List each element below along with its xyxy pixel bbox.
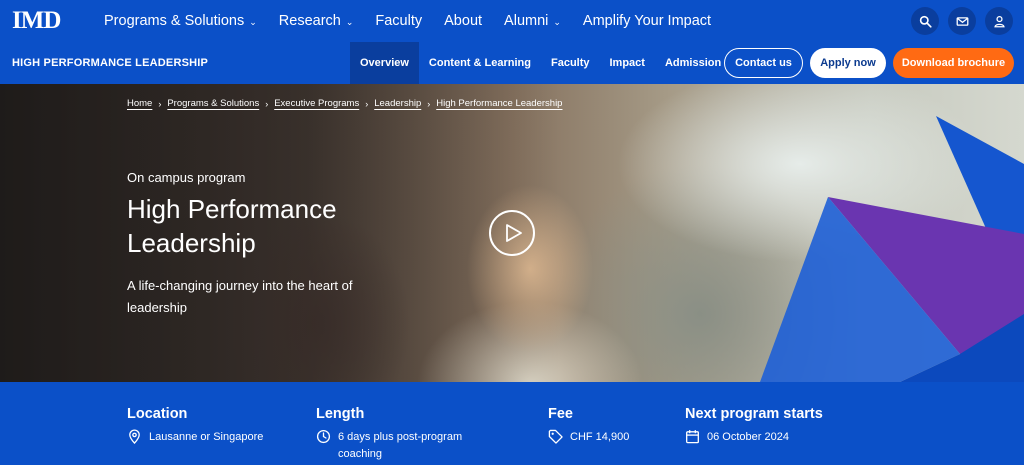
length-fact: Length 6 days plus post-program coaching: [316, 406, 496, 463]
chevron-down-icon: ⌄: [249, 16, 257, 27]
menu-item-label: Amplify Your Impact: [582, 13, 712, 29]
mail-button[interactable]: [948, 7, 976, 35]
tab-faculty[interactable]: Faculty: [541, 42, 600, 84]
menu-item-research[interactable]: Research ⌄: [279, 13, 354, 29]
location-value: Lausanne or Singapore: [149, 431, 264, 443]
chevron-down-icon: ⌄: [345, 16, 354, 27]
calendar-icon: [686, 430, 699, 444]
hero-banner: Home › Programs & Solutions › Executive …: [0, 84, 1024, 382]
breadcrumb-leadership[interactable]: Leadership: [374, 98, 421, 109]
download-brochure-button[interactable]: Download brochure: [893, 48, 1014, 78]
search-icon: [919, 15, 932, 28]
main-menu: Programs & Solutions ⌄ Research ⌄ Facult…: [104, 0, 733, 42]
program-format: On campus program: [127, 170, 246, 185]
search-button[interactable]: [911, 7, 939, 35]
menu-item-label: Faculty: [375, 13, 423, 29]
fee-value: CHF 14,900: [570, 431, 630, 443]
next-start-value: 06 October 2024: [707, 431, 789, 443]
program-subnav: HIGH PERFORMANCE LEADERSHIP Overview Con…: [0, 42, 1024, 84]
fee-fact: Fee CHF 14,900: [548, 406, 629, 446]
tab-overview[interactable]: Overview: [350, 42, 419, 84]
next-start-fact: Next program starts 06 October 2024: [685, 406, 823, 446]
account-button[interactable]: [985, 7, 1013, 35]
chevron-right-icon: ›: [265, 98, 269, 109]
tab-content-learning[interactable]: Content & Learning: [419, 42, 541, 84]
program-title: HIGH PERFORMANCE LEADERSHIP: [12, 57, 209, 69]
breadcrumb: Home › Programs & Solutions › Executive …: [127, 98, 562, 109]
fee-heading: Fee: [548, 406, 573, 422]
next-start-heading: Next program starts: [685, 406, 823, 422]
menu-item-label: Research: [278, 13, 341, 29]
play-video-button[interactable]: [489, 210, 535, 256]
mail-icon: [956, 16, 968, 26]
breadcrumb-programs[interactable]: Programs & Solutions: [167, 98, 259, 109]
location-heading: Location: [127, 406, 188, 422]
location-fact: Location Lausanne or Singapore: [127, 406, 263, 446]
play-icon: [505, 224, 522, 242]
top-navigation: IMD Programs & Solutions ⌄ Research ⌄ Fa…: [0, 0, 1024, 42]
breadcrumb-home[interactable]: Home: [127, 98, 152, 109]
breadcrumb-current[interactable]: High Performance Leadership: [436, 98, 562, 109]
program-key-facts: Location Lausanne or Singapore Length 6 …: [0, 382, 1024, 465]
tag-icon: [548, 429, 563, 444]
chevron-right-icon: ›: [158, 98, 162, 109]
length-heading: Length: [316, 406, 365, 422]
menu-item-amplify[interactable]: Amplify Your Impact: [583, 13, 711, 29]
chevron-down-icon: ⌄: [553, 16, 561, 27]
tab-impact[interactable]: Impact: [600, 42, 655, 84]
clock-icon: [316, 429, 331, 444]
imd-logo[interactable]: IMD: [12, 8, 61, 33]
program-tabs: Overview Content & Learning Faculty Impa…: [350, 42, 731, 84]
chevron-right-icon: ›: [427, 98, 431, 109]
menu-item-about[interactable]: About: [444, 13, 482, 29]
tab-admission[interactable]: Admission: [655, 42, 731, 84]
menu-item-label: About: [444, 13, 483, 29]
length-value: 6 days plus post-program coaching: [338, 431, 463, 460]
location-pin-icon: [129, 429, 140, 444]
chevron-right-icon: ›: [365, 98, 369, 109]
user-icon: [993, 15, 1005, 27]
menu-item-programs[interactable]: Programs & Solutions ⌄: [104, 13, 257, 29]
contact-us-button[interactable]: Contact us: [724, 48, 803, 78]
menu-item-alumni[interactable]: Alumni ⌄: [504, 13, 561, 29]
menu-item-label: Alumni: [504, 13, 549, 29]
hero-subtitle: A life-changing journey into the heart o…: [127, 278, 353, 315]
breadcrumb-executive-programs[interactable]: Executive Programs: [274, 98, 359, 109]
apply-now-button[interactable]: Apply now: [810, 48, 886, 78]
page-title: High Performance Leadership: [127, 194, 337, 258]
menu-item-label: Programs & Solutions: [104, 13, 245, 29]
menu-item-faculty[interactable]: Faculty: [375, 13, 422, 29]
